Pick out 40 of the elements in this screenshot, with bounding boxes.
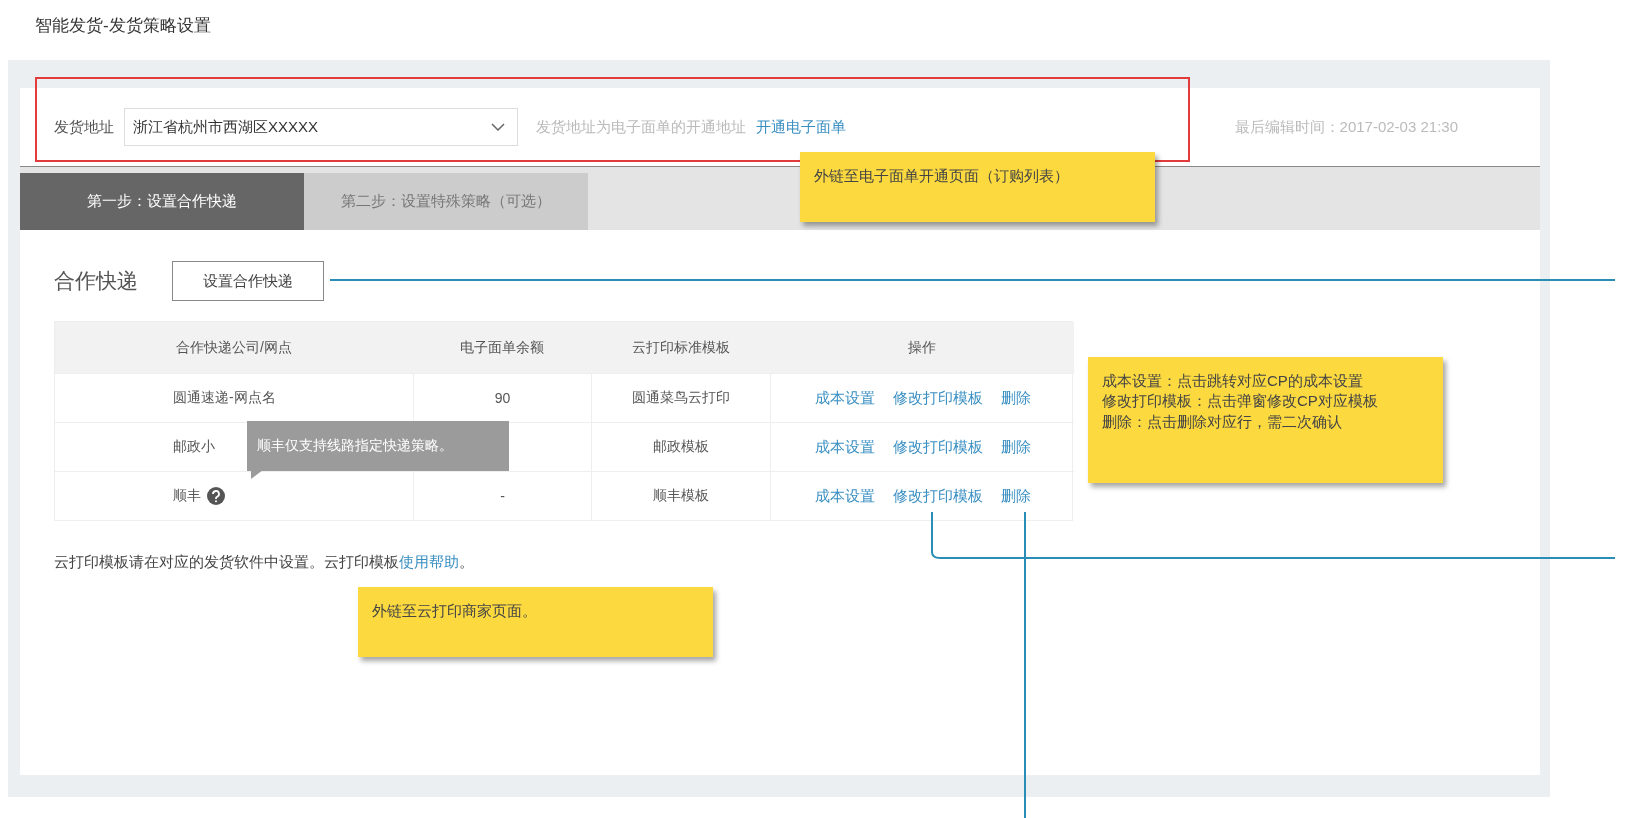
- section-title: 合作快递: [54, 268, 138, 294]
- tooltip: 顺丰仅支持线路指定快递策略。: [247, 421, 509, 471]
- table-cell: 顺丰模板: [653, 487, 709, 505]
- field-label: 发货地址: [54, 117, 114, 137]
- table-cell: 邮政模板: [653, 438, 709, 456]
- action-link[interactable]: 修改打印模板: [892, 486, 983, 506]
- table-cell: 顺丰: [173, 487, 201, 505]
- sticky-note: 外链至电子面单开通页面（订购列表）: [800, 152, 1155, 222]
- column-header: 电子面单余额: [413, 322, 591, 373]
- table-cell: 90: [494, 390, 511, 406]
- action-link[interactable]: 删除: [1000, 486, 1031, 506]
- last-edit-time: 最后编辑时间：2017-02-03 21:30: [1234, 117, 1458, 137]
- action-link[interactable]: 删除: [1000, 437, 1031, 457]
- sticky-note: 外链至云打印商家页面。: [358, 587, 713, 657]
- tooltip-pointer: [251, 470, 263, 479]
- column-header: 操作: [770, 322, 1074, 373]
- table-cell: 圆通菜鸟云打印: [632, 389, 730, 407]
- action-link[interactable]: 修改打印模板: [892, 437, 983, 457]
- help-link[interactable]: 使用帮助: [399, 553, 459, 570]
- action-link[interactable]: 删除: [1000, 388, 1031, 408]
- table-cell: 圆通速递-网点名: [173, 389, 276, 407]
- step-tab[interactable]: 第一步：设置合作快递: [20, 173, 304, 230]
- column-header: 合作快递公司/网点: [55, 322, 413, 373]
- page-title: 智能发货-发货策略设置: [34, 15, 212, 37]
- address-select[interactable]: 浙江省杭州市西湖区XXXXX: [124, 108, 518, 146]
- table-cell: -: [500, 488, 505, 504]
- open-link[interactable]: 开通电子面单: [756, 117, 846, 137]
- chevron-down-icon: [491, 123, 505, 131]
- action-link[interactable]: 成本设置: [814, 437, 875, 457]
- action-link[interactable]: 修改打印模板: [892, 388, 983, 408]
- action-link[interactable]: 成本设置: [814, 388, 875, 408]
- hint-text: 发货地址为电子面单的开通地址: [536, 117, 746, 137]
- help-icon[interactable]: [207, 487, 225, 505]
- action-link[interactable]: 成本设置: [814, 486, 875, 506]
- column-header: 云打印标准模板: [591, 322, 770, 373]
- step-tab[interactable]: 第二步：设置特殊策略（可选）: [304, 173, 588, 230]
- sticky-note: 成本设置：点击跳转对应CP的成本设置 修改打印模板：点击弹窗修改CP对应模板 删除：点击删除对应行，需二次确认: [1088, 357, 1443, 483]
- table-cell: 邮政小: [173, 438, 215, 456]
- footer-text: 云打印模板请在对应的发货软件中设置。云打印模板使用帮助。: [54, 553, 475, 572]
- setup-button[interactable]: 设置合作快递: [172, 261, 324, 301]
